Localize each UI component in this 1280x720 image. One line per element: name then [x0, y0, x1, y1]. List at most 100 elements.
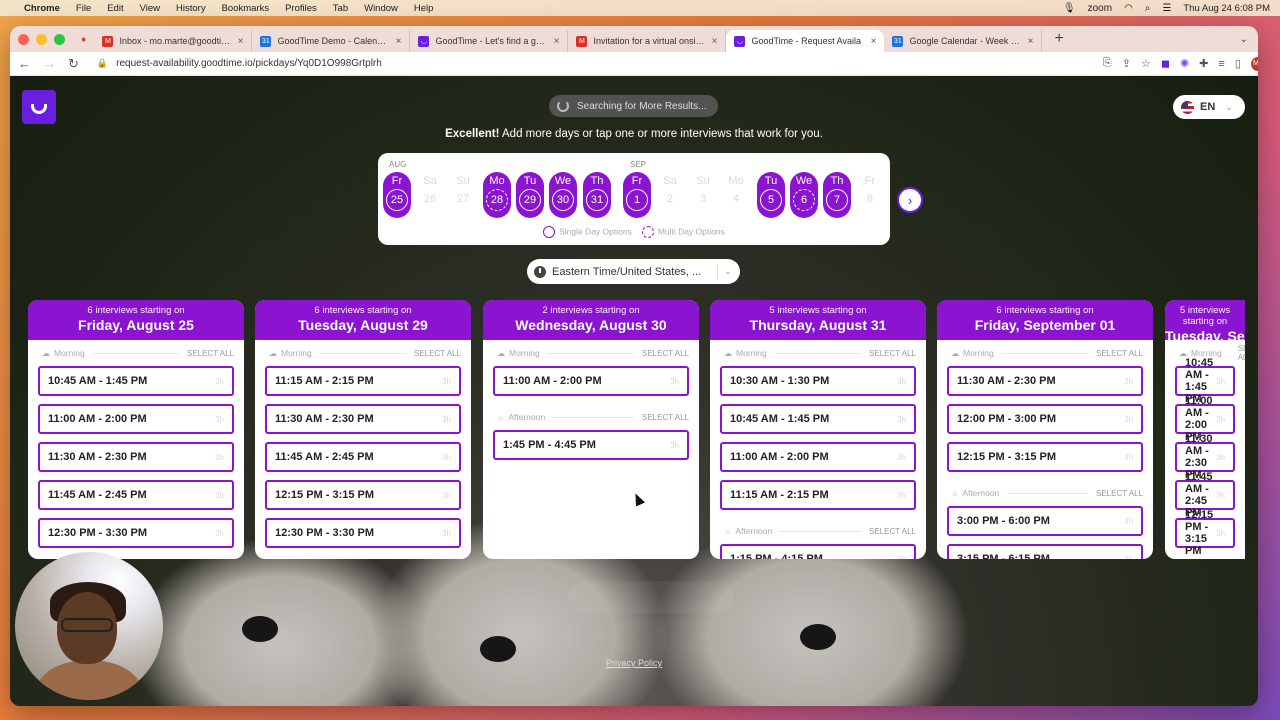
tab-close-icon[interactable]: ×: [1028, 36, 1034, 47]
next-dates-button[interactable]: ›: [897, 187, 923, 213]
goodtime-extension-icon[interactable]: ◼: [1161, 57, 1170, 70]
time-slot-button[interactable]: 11:45 AM - 2:45 PM 3h: [265, 442, 461, 472]
menu-item-file[interactable]: File: [76, 3, 91, 14]
time-slot-button[interactable]: 1:45 PM - 4:45 PM 3h: [493, 430, 689, 460]
time-slot-button[interactable]: 11:30 AM - 2:30 PM 3h: [265, 404, 461, 434]
address-bar[interactable]: 🔒 request-availability.goodtime.io/pickd…: [91, 54, 1091, 74]
time-slot-button[interactable]: 3:15 PM - 6:15 PM 3h: [947, 544, 1143, 559]
searching-status: Searching for More Results...: [549, 95, 718, 117]
menu-item-history[interactable]: History: [176, 3, 206, 14]
bookmark-star-icon[interactable]: ☆: [1141, 57, 1151, 70]
page-content: Searching for More Results... EN ⌄ Excel…: [10, 76, 1258, 706]
privacy-policy-link[interactable]: Privacy Policy: [10, 658, 1258, 668]
time-slot-button[interactable]: 11:00 AM - 2:00 PM 3h: [493, 366, 689, 396]
profile-avatar[interactable]: Mo: [1250, 56, 1258, 71]
mic-icon[interactable]: 🎙: [1063, 3, 1076, 14]
time-slot-button[interactable]: 11:00 AM - 2:00 PM 3h: [1175, 395, 1235, 443]
lock-icon[interactable]: 🔒: [97, 58, 108, 69]
submit-button-faded[interactable]: [568, 581, 734, 613]
time-slot-button[interactable]: 11:00 AM - 2:00 PM 3h: [720, 442, 916, 472]
tab-close-icon[interactable]: ×: [871, 36, 877, 47]
language-selector[interactable]: EN ⌄: [1173, 95, 1245, 119]
date-option[interactable]: Fr 25: [383, 172, 411, 218]
sidebar-icon[interactable]: ▯: [1235, 57, 1241, 70]
select-all-button[interactable]: SELECT ALL: [869, 349, 916, 358]
browser-tab[interactable]: ◡ GoodTime - Let's find a good t ×: [410, 30, 569, 52]
timezone-selector[interactable]: Eastern Time/United States, ... ⌄: [527, 259, 740, 284]
time-slot-button[interactable]: 12:15 PM - 3:15 PM 3h: [265, 480, 461, 510]
browser-tab[interactable]: 31 GoodTime Demo - Calendar - V ×: [252, 30, 411, 52]
minimize-window-button[interactable]: [36, 33, 47, 45]
browser-tab[interactable]: M Inbox - mo.marte@goodtimeio ×: [94, 30, 253, 52]
tab-close-icon[interactable]: ×: [712, 36, 718, 47]
zoom-status[interactable]: zoom: [1088, 3, 1112, 14]
reload-button[interactable]: ↻: [68, 56, 79, 72]
new-tab-button[interactable]: +: [1054, 30, 1063, 48]
select-all-button[interactable]: SELECT ALL: [1096, 489, 1143, 498]
zoom-window-button[interactable]: [54, 33, 65, 45]
time-slot-button[interactable]: 11:45 AM - 2:45 PM 3h: [38, 480, 234, 510]
menu-item-profiles[interactable]: Profiles: [285, 3, 317, 14]
back-button[interactable]: ←: [18, 56, 31, 71]
tab-close-icon[interactable]: ×: [238, 36, 244, 47]
browser-tab[interactable]: ◡ GoodTime - Request Availa ×: [726, 30, 885, 52]
share-icon[interactable]: ⇪: [1122, 57, 1131, 70]
tab-search-chevron-icon[interactable]: ⌄: [1240, 34, 1248, 45]
date-option[interactable]: We 30: [549, 172, 577, 218]
date-option[interactable]: Tu 29: [516, 172, 544, 218]
date-option[interactable]: We 6: [790, 172, 818, 218]
time-slot-button[interactable]: 11:00 AM - 2:00 PM 3h: [38, 404, 234, 434]
goodtime-logo[interactable]: [22, 90, 56, 124]
date-option[interactable]: Th 31: [583, 172, 611, 218]
browser-tab[interactable]: 31 Google Calendar - Week of Au ×: [884, 30, 1043, 52]
tab-close-icon[interactable]: ×: [396, 36, 402, 47]
menubar-clock[interactable]: Thu Aug 24 6:08 PM: [1183, 3, 1270, 14]
extensions-puzzle-icon[interactable]: ✚: [1199, 57, 1208, 70]
time-slot-button[interactable]: 11:45 AM - 2:45 PM 3h: [1175, 471, 1235, 519]
wifi-icon[interactable]: ◠: [1124, 3, 1133, 14]
date-option[interactable]: Fr 1: [623, 172, 651, 218]
time-slot-button[interactable]: 10:30 AM - 1:30 PM 3h: [720, 366, 916, 396]
menu-item-bookmarks[interactable]: Bookmarks: [222, 3, 270, 14]
time-slot-button[interactable]: 12:00 PM - 3:00 PM 3h: [947, 404, 1143, 434]
time-slot-button[interactable]: 12:30 PM - 3:30 PM 3h: [265, 518, 461, 548]
date-option[interactable]: Mo 28: [483, 172, 511, 218]
select-all-button[interactable]: SELECT ALL: [187, 349, 234, 358]
browser-tab[interactable]: M Invitation for a virtual onsite in ×: [568, 30, 727, 52]
forward-button[interactable]: →: [43, 56, 56, 71]
date-option[interactable]: Tu 5: [757, 172, 785, 218]
time-slot-button[interactable]: 3:00 PM - 6:00 PM 3h: [947, 506, 1143, 536]
menu-item-view[interactable]: View: [140, 3, 160, 14]
tab-close-icon[interactable]: ×: [554, 36, 560, 47]
select-all-button[interactable]: SELECT ALL: [642, 413, 689, 422]
time-slot-button[interactable]: 10:45 AM - 1:45 PM 3h: [720, 404, 916, 434]
menu-item-edit[interactable]: Edit: [107, 3, 123, 14]
menu-item-help[interactable]: Help: [414, 3, 434, 14]
time-slot-button[interactable]: 11:30 AM - 2:30 PM 3h: [38, 442, 234, 472]
menu-item-tab[interactable]: Tab: [333, 3, 348, 14]
time-slot-button[interactable]: 11:30 AM - 2:30 PM 3h: [1175, 433, 1235, 481]
select-all-button[interactable]: SELECT ALL: [642, 349, 689, 358]
date-option[interactable]: Th 7: [823, 172, 851, 218]
select-all-button[interactable]: SELECT ALL: [1096, 349, 1143, 358]
close-window-button[interactable]: [18, 33, 29, 45]
time-slot-button[interactable]: 10:45 AM - 1:45 PM 3h: [38, 366, 234, 396]
control-center-icon[interactable]: ☰: [1162, 3, 1171, 14]
install-icon[interactable]: ⎘: [1103, 57, 1112, 70]
menu-app-name[interactable]: Chrome: [24, 3, 60, 14]
time-slot-button[interactable]: 11:30 AM - 2:30 PM 3h: [947, 366, 1143, 396]
menu-item-window[interactable]: Window: [364, 3, 398, 14]
time-slot-button[interactable]: 10:45 AM - 1:45 PM 3h: [1175, 357, 1235, 405]
reading-list-icon[interactable]: ≡: [1218, 58, 1224, 70]
search-icon[interactable]: ⌕: [1145, 3, 1151, 14]
select-all-button[interactable]: SELECT ALL: [1238, 344, 1245, 362]
select-all-button[interactable]: SELECT ALL: [414, 349, 461, 358]
time-slot-button[interactable]: 12:15 PM - 3:15 PM 3h: [1175, 509, 1235, 557]
time-slot-button[interactable]: 12:30 PM - 3:30 PM 3h: [38, 518, 234, 548]
extension-icon[interactable]: ✺: [1180, 57, 1189, 70]
time-slot-button[interactable]: 11:15 AM - 2:15 PM 3h: [265, 366, 461, 396]
time-slot-button[interactable]: 1:15 PM - 4:15 PM 3h: [720, 544, 916, 559]
time-slot-button[interactable]: 12:15 PM - 3:15 PM 3h: [947, 442, 1143, 472]
select-all-button[interactable]: SELECT ALL: [869, 527, 916, 536]
time-slot-button[interactable]: 11:15 AM - 2:15 PM 3h: [720, 480, 916, 510]
